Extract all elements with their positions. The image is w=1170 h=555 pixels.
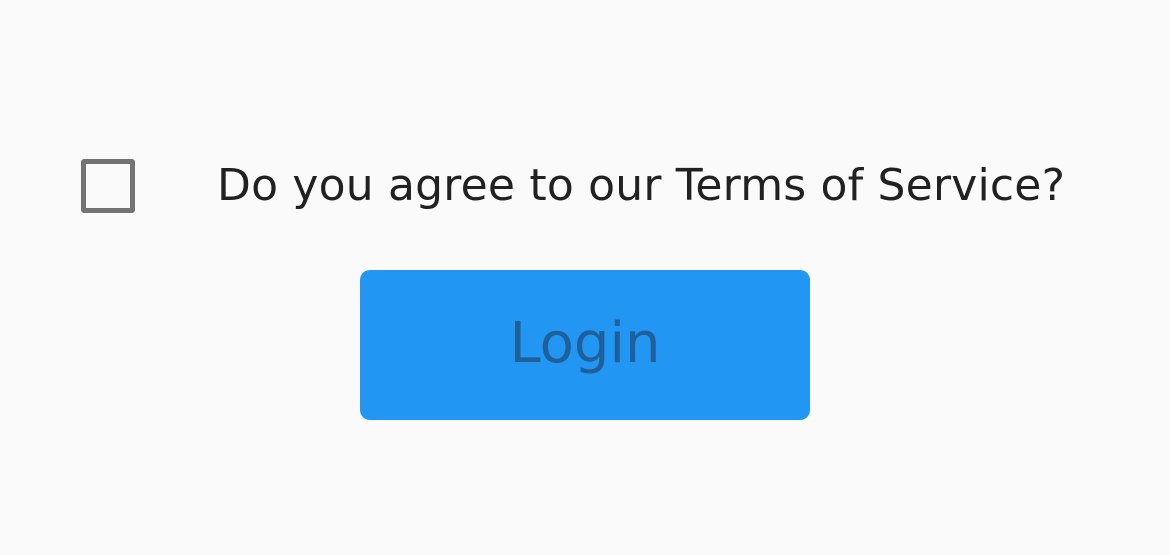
terms-checkbox[interactable] [81,159,135,213]
terms-row: Do you agree to our Terms of Service? [0,150,1170,225]
terms-label: Do you agree to our Terms of Service? [217,160,1066,211]
login-button-label: Login [509,311,661,376]
login-button[interactable]: Login [360,270,810,420]
login-screen: Do you agree to our Terms of Service? Lo… [0,0,1170,555]
